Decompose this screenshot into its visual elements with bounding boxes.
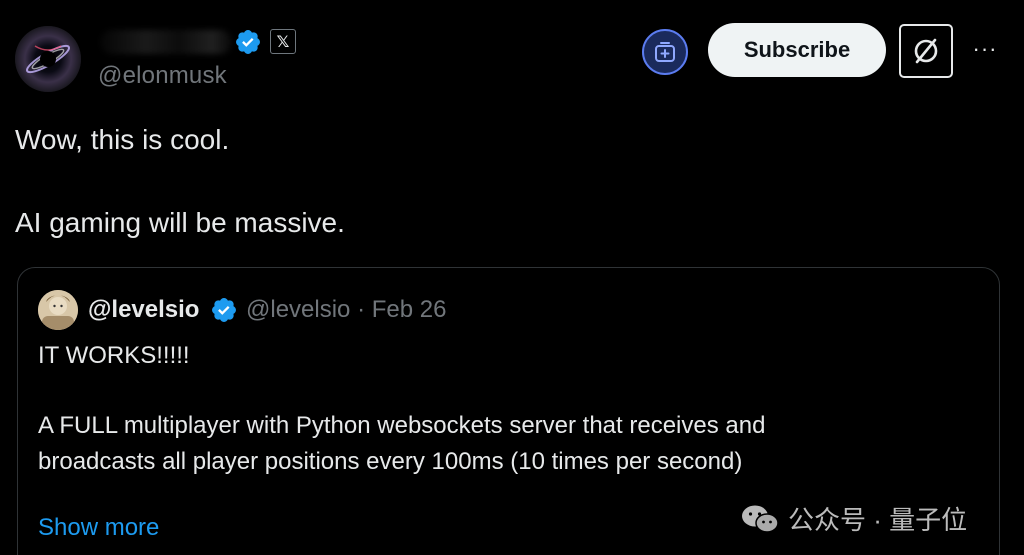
quoted-author-name[interactable]: @levelsio <box>88 296 199 324</box>
x-affiliate-icon: 𝕏 <box>270 29 296 54</box>
more-options-icon[interactable]: ··· <box>970 34 1000 64</box>
black-hole-avatar-icon <box>15 26 81 92</box>
author-name-blurred[interactable] <box>100 30 232 54</box>
subscribe-button[interactable]: Subscribe <box>708 23 886 77</box>
quoted-text-line-1: IT WORKS!!!!! <box>38 342 190 369</box>
quoted-handle-date[interactable]: @levelsio · Feb 26 <box>246 296 446 324</box>
tweet-text-line-2: AI gaming will be massive. <box>15 207 345 238</box>
verified-icon <box>236 30 260 54</box>
author-handle[interactable]: @elonmusk <box>98 62 227 90</box>
watermark-text: 公众号 · 量子位 <box>788 505 968 535</box>
quoted-author-avatar[interactable] <box>38 290 78 330</box>
quoted-verified-icon <box>212 298 236 322</box>
tweet-page: 𝕏 @elonmusk Subscribe ··· Wow, this is c… <box>0 0 1024 555</box>
grok-logo-icon <box>914 38 938 64</box>
watermark: 公众号 · 量子位 <box>740 500 967 537</box>
quoted-avatar-image <box>38 290 78 330</box>
wechat-icon <box>742 505 779 533</box>
grok-add-button[interactable] <box>642 29 688 75</box>
tweet-text-line-1: Wow, this is cool. <box>15 124 230 155</box>
author-avatar[interactable] <box>15 26 81 92</box>
grok-button[interactable] <box>899 24 953 78</box>
quoted-text-line-2: A FULL multiplayer with Python websocket… <box>38 412 766 439</box>
show-more-link[interactable]: Show more <box>38 514 159 542</box>
grok-add-icon <box>655 42 675 62</box>
quoted-text-line-3: broadcasts all player positions every 10… <box>38 448 743 475</box>
